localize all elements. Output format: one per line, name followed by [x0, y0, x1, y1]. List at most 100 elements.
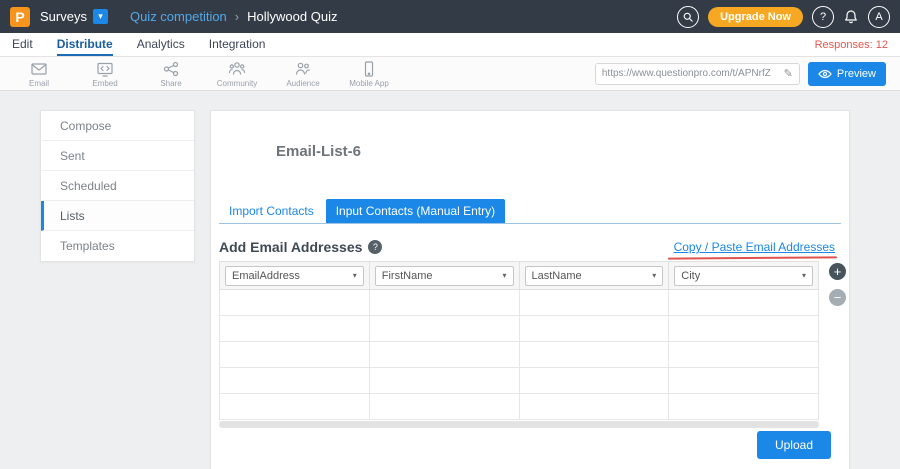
contact-cell[interactable]	[519, 290, 669, 316]
embed-icon	[96, 60, 114, 78]
channel-mobile-app[interactable]: Mobile App	[344, 60, 394, 88]
table-row	[220, 290, 819, 316]
audience-icon	[294, 60, 312, 78]
surveys-product-menu[interactable]: Surveys ▾	[40, 9, 108, 24]
sidebar-item-templates[interactable]: Templates	[41, 231, 194, 261]
contact-cell[interactable]	[220, 394, 370, 420]
tab-analytics[interactable]: Analytics	[137, 33, 185, 56]
contact-cell[interactable]	[519, 342, 669, 368]
contact-cell[interactable]	[669, 342, 819, 368]
breadcrumb: Quiz competition › Hollywood Quiz	[130, 9, 338, 24]
selected-column: LastName	[532, 270, 582, 282]
sidebar-item-compose[interactable]: Compose	[41, 111, 194, 141]
email-icon	[30, 60, 48, 78]
column-select-lastname[interactable]: LastName ▾	[525, 266, 664, 286]
survey-url-text: https://www.questionpro.com/t/APNrfZ	[602, 68, 780, 79]
mobile-app-icon	[360, 60, 378, 78]
contact-cell[interactable]	[669, 368, 819, 394]
chevron-down-icon: ▾	[802, 271, 806, 280]
horizontal-scrollbar[interactable]	[219, 421, 819, 428]
remove-row-button[interactable]: −	[829, 289, 846, 306]
email-sidebar: Compose Sent Scheduled Lists Templates	[40, 110, 195, 262]
preview-button[interactable]: Preview	[808, 62, 886, 86]
survey-url-field[interactable]: https://www.questionpro.com/t/APNrfZ ✎	[595, 63, 800, 85]
upload-button[interactable]: Upload	[757, 431, 831, 459]
channel-label: Community	[217, 79, 257, 88]
chevron-down-icon: ▾	[502, 271, 506, 280]
breadcrumb-current: Hollywood Quiz	[247, 9, 337, 24]
column-select-firstname[interactable]: FirstName ▾	[375, 266, 514, 286]
tab-edit[interactable]: Edit	[12, 33, 33, 56]
contact-cell[interactable]	[669, 290, 819, 316]
copy-paste-emails-link[interactable]: Copy / Paste Email Addresses	[674, 240, 835, 254]
channel-label: Mobile App	[349, 79, 389, 88]
breadcrumb-survey-link[interactable]: Quiz competition	[130, 9, 227, 24]
contact-cell[interactable]	[369, 368, 519, 394]
contact-cell[interactable]	[220, 342, 370, 368]
tab-distribute[interactable]: Distribute	[57, 33, 113, 56]
distribute-toolbar: Email Embed Share	[0, 57, 900, 91]
column-header-row: EmailAddress ▾ FirstName ▾ LastName ▾	[220, 262, 819, 290]
contact-cell[interactable]	[220, 368, 370, 394]
help-badge-icon[interactable]: ?	[368, 240, 382, 254]
responses-count[interactable]: Responses: 12	[815, 39, 888, 51]
column-select-city[interactable]: City ▾	[674, 266, 813, 286]
contact-cell[interactable]	[220, 316, 370, 342]
contact-cell[interactable]	[369, 316, 519, 342]
channel-embed[interactable]: Embed	[80, 60, 130, 88]
contact-cell[interactable]	[519, 368, 669, 394]
email-list-panel: Email-List-6 Import Contacts Input Conta…	[210, 110, 850, 469]
channel-share[interactable]: Share	[146, 60, 196, 88]
contact-cell[interactable]	[519, 394, 669, 420]
breadcrumb-separator: ›	[235, 9, 239, 24]
sidebar-item-lists[interactable]: Lists	[41, 201, 194, 231]
questionpro-logo[interactable]: P	[10, 7, 30, 27]
community-icon	[228, 60, 246, 78]
avatar[interactable]: A	[868, 6, 890, 28]
edit-url-icon[interactable]: ✎	[784, 67, 793, 80]
preview-label: Preview	[837, 68, 876, 80]
tab-integration[interactable]: Integration	[209, 33, 266, 56]
add-row-button[interactable]: +	[829, 263, 846, 280]
page-title: Email-List-6	[276, 143, 361, 160]
chevron-down-icon: ▾	[652, 271, 656, 280]
table-row	[220, 368, 819, 394]
contact-cell[interactable]	[369, 342, 519, 368]
row-controls: + −	[829, 263, 846, 306]
channel-community[interactable]: Community	[212, 60, 262, 88]
contact-cell[interactable]	[519, 316, 669, 342]
selected-column: FirstName	[382, 270, 433, 282]
channel-email[interactable]: Email	[14, 60, 64, 88]
help-icon[interactable]: ?	[812, 6, 834, 28]
upgrade-now-button[interactable]: Upgrade Now	[708, 7, 803, 27]
contact-cell[interactable]	[369, 394, 519, 420]
eye-icon	[818, 69, 832, 79]
sidebar-item-scheduled[interactable]: Scheduled	[41, 171, 194, 201]
questionpro-app: P Surveys ▾ Quiz competition › Hollywood…	[0, 0, 900, 469]
section-title: Add Email Addresses	[219, 239, 362, 255]
channel-label: Email	[29, 79, 49, 88]
contact-cell[interactable]	[220, 290, 370, 316]
search-icon[interactable]	[677, 6, 699, 28]
topbar: P Surveys ▾ Quiz competition › Hollywood…	[0, 0, 900, 33]
column-select-email[interactable]: EmailAddress ▾	[225, 266, 364, 286]
tab-input-contacts-manual[interactable]: Input Contacts (Manual Entry)	[326, 199, 505, 223]
chevron-down-icon: ▾	[353, 271, 357, 280]
selected-column: EmailAddress	[232, 270, 300, 282]
sidebar-item-sent[interactable]: Sent	[41, 141, 194, 171]
topbar-actions: Upgrade Now ? A	[677, 6, 890, 28]
contact-cell[interactable]	[669, 394, 819, 420]
table-row	[220, 394, 819, 420]
selected-column: City	[681, 270, 700, 282]
channel-audience[interactable]: Audience	[278, 60, 328, 88]
contact-cell[interactable]	[669, 316, 819, 342]
product-label: Surveys	[40, 9, 87, 24]
channel-list: Email Embed Share	[14, 60, 394, 88]
contacts-tabs: Import Contacts Input Contacts (Manual E…	[219, 199, 841, 224]
notifications-bell-icon[interactable]	[843, 9, 859, 25]
add-emails-header: Add Email Addresses ? Copy / Paste Email…	[219, 239, 835, 255]
share-icon	[162, 60, 180, 78]
content-area: Compose Sent Scheduled Lists Templates E…	[0, 91, 900, 469]
contact-cell[interactable]	[369, 290, 519, 316]
tab-import-contacts[interactable]: Import Contacts	[219, 199, 324, 223]
